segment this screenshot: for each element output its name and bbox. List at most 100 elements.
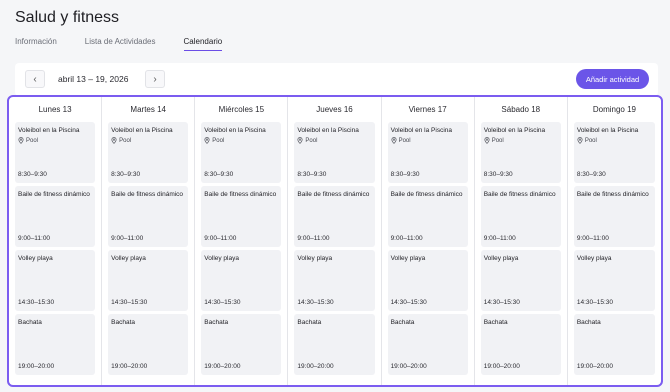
event-card[interactable]: Volley playa 14:30–15:30 bbox=[294, 250, 375, 311]
date-range-label: abril 13 – 19, 2026 bbox=[58, 74, 129, 84]
day-events: Voleibol en la Piscina Pool 8:30–9:30 Baile… bbox=[9, 121, 101, 375]
event-title: Volley playa bbox=[111, 255, 146, 262]
event-title: Bachata bbox=[111, 319, 135, 326]
prev-week-button[interactable]: ‹ bbox=[25, 70, 45, 88]
event-time: 9:00–11:00 bbox=[576, 235, 609, 242]
event-card[interactable]: Bachata 19:00–20:00 bbox=[15, 314, 96, 375]
event-location-label: Pool bbox=[491, 138, 504, 145]
event-card[interactable]: Voleibol en la Piscina Pool 8:30–9:30 bbox=[480, 122, 561, 183]
day-header: Miércoles 15 bbox=[218, 104, 265, 114]
day-column: Lunes 13 Voleibol en la Piscina Pool 8:30–9… bbox=[9, 97, 103, 385]
event-card[interactable]: Voleibol en la Piscina Pool 8:30–9:30 bbox=[108, 122, 189, 183]
tab-bar: Información Lista de Actividades Calenda… bbox=[15, 37, 250, 51]
event-card[interactable]: Baile de fitness dinámico 9:00–11:00 bbox=[108, 186, 189, 247]
event-time: 19:00–20:00 bbox=[483, 363, 520, 370]
day-column: Viernes 17 Voleibol en la Piscina Pool 8:30… bbox=[382, 97, 475, 385]
event-card[interactable]: Volley playa 14:30–15:30 bbox=[15, 250, 96, 311]
event-card[interactable]: Bachata 19:00–20:00 bbox=[480, 314, 561, 375]
event-card[interactable]: Baile de fitness dinámico 9:00–11:00 bbox=[573, 186, 655, 247]
event-location: Pool bbox=[297, 136, 370, 146]
day-events: Voleibol en la Piscina Pool 8:30–9:30 Baile… bbox=[195, 121, 287, 375]
event-time: 8:30–9:30 bbox=[204, 171, 234, 178]
day-events: Voleibol en la Piscina Pool 8:30–9:30 Baile… bbox=[382, 121, 474, 375]
event-card[interactable]: Bachata 19:00–20:00 bbox=[294, 314, 375, 375]
event-title: Voleibol en la Piscina bbox=[18, 127, 80, 134]
event-card[interactable]: Volley playa 14:30–15:30 bbox=[108, 250, 189, 311]
event-card[interactable]: Baile de fitness dinámico 9:00–11:00 bbox=[387, 186, 468, 247]
event-card[interactable]: Volley playa 14:30–15:30 bbox=[480, 250, 561, 311]
event-time: 19:00–20:00 bbox=[576, 363, 613, 370]
event-title: Volley playa bbox=[204, 255, 239, 262]
event-title: Baile de fitness dinámico bbox=[111, 191, 184, 198]
event-time: 8:30–9:30 bbox=[576, 171, 606, 178]
location-pin-icon bbox=[111, 136, 117, 146]
event-title: Volley playa bbox=[576, 255, 612, 262]
event-card[interactable]: Baile de fitness dinámico 9:00–11:00 bbox=[294, 186, 375, 247]
event-location-label: Pool bbox=[398, 138, 411, 145]
day-events: Voleibol en la Piscina Pool 8:30–9:30 Baile… bbox=[568, 121, 661, 375]
event-card[interactable]: Volley playa 14:30–15:30 bbox=[387, 250, 468, 311]
event-card[interactable]: Baile de fitness dinámico 9:00–11:00 bbox=[201, 186, 282, 247]
event-card[interactable]: Bachata 19:00–20:00 bbox=[573, 314, 655, 375]
event-card[interactable]: Voleibol en la Piscina Pool 8:30–9:30 bbox=[573, 122, 655, 183]
add-activity-button[interactable]: Añadir actividad bbox=[576, 69, 649, 89]
event-time: 8:30–9:30 bbox=[390, 171, 420, 178]
event-time: 14:30–15:30 bbox=[483, 299, 520, 306]
event-time: 14:30–15:30 bbox=[297, 299, 334, 306]
event-card[interactable]: Bachata 19:00–20:00 bbox=[201, 314, 282, 375]
event-title: Bachata bbox=[483, 319, 508, 326]
event-location: Pool bbox=[484, 136, 557, 146]
event-time: 9:00–11:00 bbox=[111, 235, 144, 242]
event-card[interactable]: Baile de fitness dinámico 9:00–11:00 bbox=[15, 186, 96, 247]
location-pin-icon bbox=[18, 136, 24, 146]
event-card[interactable]: Voleibol en la Piscina Pool 8:30–9:30 bbox=[387, 122, 468, 183]
event-location-label: Pool bbox=[584, 138, 597, 145]
event-title: Bachata bbox=[204, 319, 229, 326]
event-location-label: Pool bbox=[212, 138, 225, 145]
event-title: Baile de fitness dinámico bbox=[297, 191, 370, 198]
event-title: Volley playa bbox=[390, 255, 426, 262]
event-card[interactable]: Bachata 19:00–20:00 bbox=[108, 314, 189, 375]
event-card[interactable]: Bachata 19:00–20:00 bbox=[387, 314, 468, 375]
tab-lista-actividades[interactable]: Lista de Actividades bbox=[85, 37, 156, 51]
page-title: Salud y fitness bbox=[15, 9, 120, 26]
event-title: Volley playa bbox=[297, 255, 333, 262]
event-card[interactable]: Baile de fitness dinámico 9:00–11:00 bbox=[480, 186, 561, 247]
event-card[interactable]: Volley playa 14:30–15:30 bbox=[573, 250, 655, 311]
tab-informacion[interactable]: Información bbox=[15, 37, 57, 51]
chevron-right-icon: › bbox=[153, 73, 157, 85]
event-time: 19:00–20:00 bbox=[111, 363, 148, 370]
day-events: Voleibol en la Piscina Pool 8:30–9:30 Baile… bbox=[288, 121, 380, 375]
event-time: 19:00–20:00 bbox=[18, 363, 55, 370]
event-time: 8:30–9:30 bbox=[18, 171, 47, 178]
event-title: Bachata bbox=[297, 319, 322, 326]
event-title: Baile de fitness dinámico bbox=[18, 191, 90, 198]
event-time: 9:00–11:00 bbox=[297, 235, 330, 242]
day-header: Martes 14 bbox=[130, 104, 166, 114]
event-time: 14:30–15:30 bbox=[390, 299, 427, 306]
event-card[interactable]: Volley playa 14:30–15:30 bbox=[201, 250, 282, 311]
event-location-label: Pool bbox=[305, 138, 318, 145]
day-column: Martes 14 Voleibol en la Piscina Pool 8:30–… bbox=[102, 97, 196, 385]
event-card[interactable]: Voleibol en la Piscina Pool 8:30–9:30 bbox=[15, 122, 96, 183]
day-header: Viernes 17 bbox=[408, 104, 447, 114]
event-location: Pool bbox=[204, 136, 277, 146]
event-location: Pool bbox=[18, 136, 91, 146]
event-time: 14:30–15:30 bbox=[576, 299, 613, 306]
day-header: Jueves 16 bbox=[316, 104, 353, 114]
location-pin-icon bbox=[577, 136, 583, 146]
calendar-toolbar: ‹ abril 13 – 19, 2026 › Añadir actividad bbox=[15, 63, 658, 96]
event-card[interactable]: Voleibol en la Piscina Pool 8:30–9:30 bbox=[201, 122, 282, 183]
event-title: Voleibol en la Piscina bbox=[297, 127, 359, 134]
event-title: Voleibol en la Piscina bbox=[111, 127, 173, 134]
event-time: 8:30–9:30 bbox=[297, 171, 327, 178]
event-time: 9:00–11:00 bbox=[204, 235, 237, 242]
event-location: Pool bbox=[391, 136, 464, 146]
next-week-button[interactable]: › bbox=[145, 70, 165, 88]
event-location-label: Pool bbox=[119, 138, 132, 145]
event-title: Bachata bbox=[390, 319, 415, 326]
tab-calendario[interactable]: Calendario bbox=[183, 37, 223, 51]
location-pin-icon bbox=[297, 136, 303, 146]
event-card[interactable]: Voleibol en la Piscina Pool 8:30–9:30 bbox=[294, 122, 375, 183]
event-time: 14:30–15:30 bbox=[18, 299, 55, 306]
